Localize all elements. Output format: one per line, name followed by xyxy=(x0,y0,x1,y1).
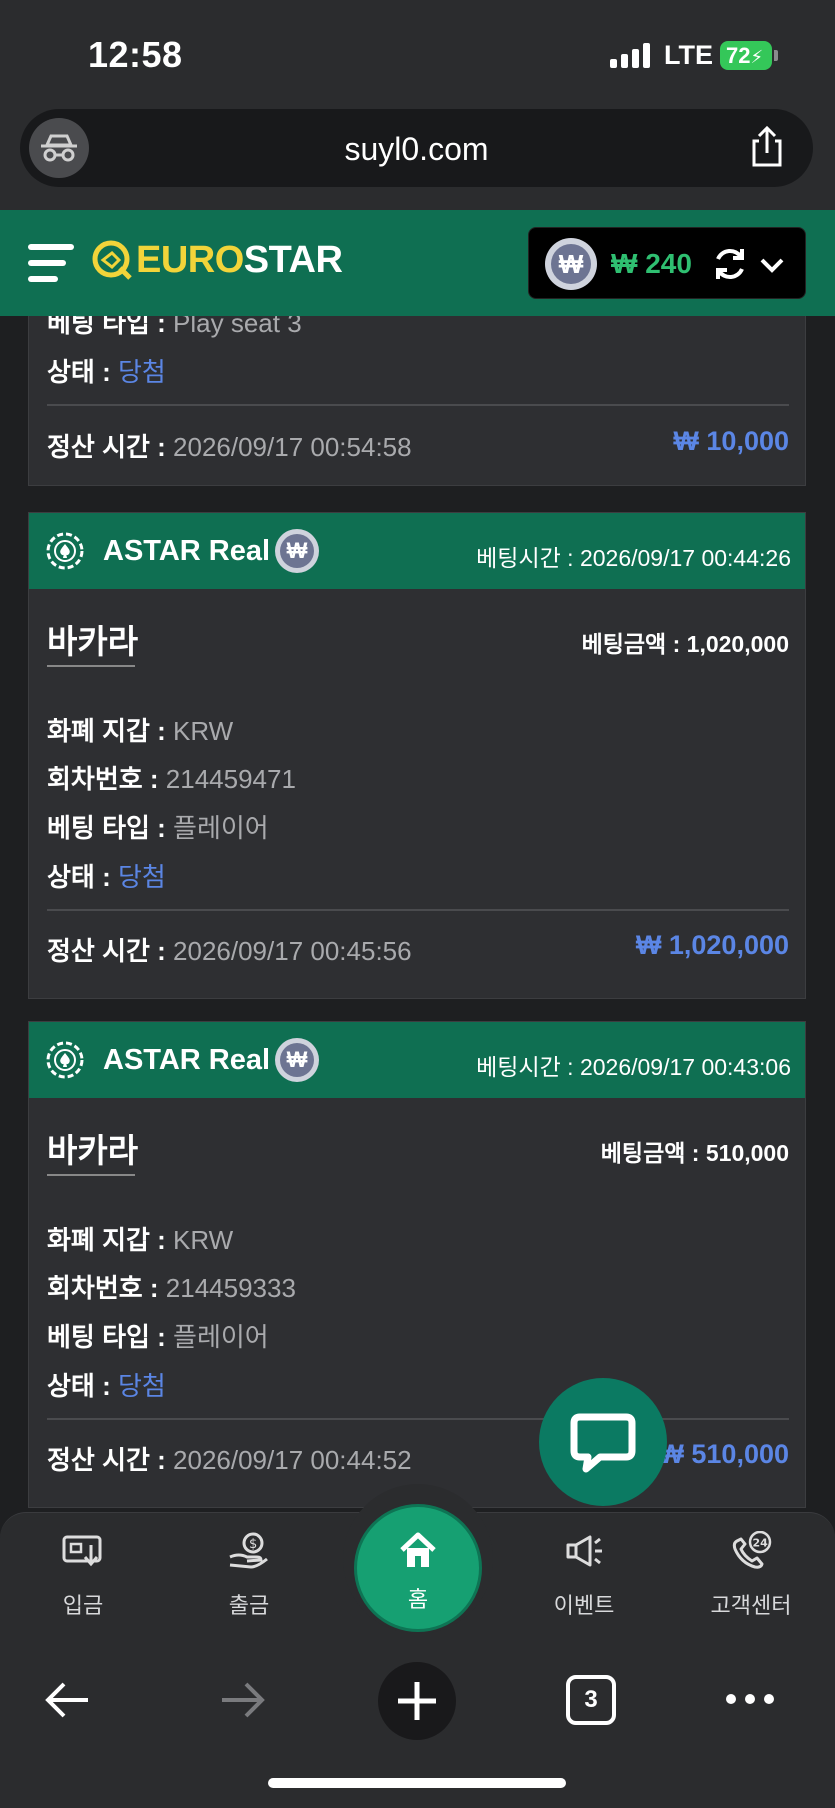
settle-row: 정산 시간 : 2026/09/17 00:54:58 xyxy=(47,432,412,462)
nav-deposit[interactable]: 입금 xyxy=(23,1531,143,1620)
chat-icon xyxy=(570,1413,636,1473)
bet-type-row: 베팅 타입 : Play seat 3 xyxy=(47,316,302,338)
browser-url-bar: suyl0.com xyxy=(0,105,835,210)
bet-card[interactable]: ASTAR Real ₩ 베팅시간 : 2026/09/17 00:43:06 … xyxy=(28,1021,806,1508)
nav-deposit-label: 입금 xyxy=(62,1593,104,1618)
nav-support-label: 고객센터 xyxy=(710,1593,792,1618)
chat-button[interactable] xyxy=(539,1378,667,1506)
game-name: 바카라 xyxy=(47,1132,139,1169)
divider xyxy=(47,1418,789,1420)
nav-home-label: 홈 xyxy=(407,1587,429,1612)
bet-type-row: 베팅 타입 : 플레이어 xyxy=(47,1322,269,1352)
support-badge: 24 xyxy=(753,1537,769,1550)
status-row: 상태 : 당첨 xyxy=(47,1371,166,1401)
logo[interactable]: EUROSTAR xyxy=(90,238,343,282)
won-coin-icon: ₩ xyxy=(545,238,597,290)
refresh-icon[interactable] xyxy=(711,245,749,283)
url-text: suyl0.com xyxy=(344,131,489,167)
settle-amount: ₩ 510,000 xyxy=(658,1439,789,1469)
tabs-icon[interactable]: 3 xyxy=(566,1675,616,1725)
status-bar: 12:58 LTE 72⚡ xyxy=(0,0,835,105)
logo-text-euro: EURO xyxy=(136,238,244,281)
battery-icon: 72⚡ xyxy=(720,41,772,70)
plus-icon xyxy=(398,1682,436,1720)
status-row: 상태 : 당첨 xyxy=(47,357,166,387)
site-header: EUROSTAR ₩ ₩ 240 xyxy=(0,210,835,316)
won-coin-icon: ₩ xyxy=(275,1038,319,1082)
round-row: 회차번호 : 214459333 xyxy=(47,1273,296,1303)
support-24-icon: 24 xyxy=(732,1530,772,1569)
won-coin-icon: ₩ xyxy=(275,529,319,573)
bet-time: 베팅시간 : 2026/09/17 00:43:06 xyxy=(476,1054,791,1080)
new-tab-button[interactable] xyxy=(378,1662,456,1740)
game-underline xyxy=(47,665,135,667)
wallet-balance-box[interactable]: ₩ ₩ 240 xyxy=(528,227,806,299)
megaphone-icon xyxy=(566,1535,602,1567)
battery-level: 72 xyxy=(726,43,751,68)
battery-cap xyxy=(774,50,778,61)
settle-amount: ₩ 10,000 xyxy=(673,426,789,456)
hamburger-icon[interactable] xyxy=(28,240,74,286)
more-icon[interactable] xyxy=(724,1692,776,1706)
settle-row: 정산 시간 : 2026/09/17 00:45:56 xyxy=(47,936,412,966)
deposit-icon xyxy=(62,1535,102,1567)
nav-event-label: 이벤트 xyxy=(553,1593,615,1618)
divider xyxy=(47,909,789,911)
back-icon[interactable] xyxy=(42,1678,92,1722)
bet-time: 베팅시간 : 2026/09/17 00:44:26 xyxy=(476,545,791,571)
nav-withdraw-label: 출금 xyxy=(228,1593,270,1618)
provider-name: ASTAR Real xyxy=(103,1044,271,1076)
nav-support[interactable]: 24 고객센터 xyxy=(691,1530,811,1620)
status-time: 12:58 xyxy=(88,34,183,75)
nav-event[interactable]: 이벤트 xyxy=(524,1531,644,1620)
wallet-row: 화폐 지갑 : KRW xyxy=(47,716,234,746)
nav-home[interactable]: 홈 xyxy=(354,1504,482,1632)
forward-icon[interactable] xyxy=(218,1678,268,1722)
nav-withdraw[interactable]: $ 출금 xyxy=(189,1531,309,1620)
logo-text-star: STAR xyxy=(243,238,343,281)
balance-amount: ₩ 240 xyxy=(611,248,692,279)
bet-amount: 베팅금액 : 1,020,000 xyxy=(581,631,789,657)
divider xyxy=(47,404,789,406)
wallet-row: 화폐 지갑 : KRW xyxy=(47,1225,234,1255)
status-row: 상태 : 당첨 xyxy=(47,862,166,892)
game-name: 바카라 xyxy=(47,623,139,660)
withdraw-icon: $ xyxy=(229,1532,268,1569)
home-icon xyxy=(400,1532,436,1567)
bet-card[interactable]: ASTAR Real ₩ 베팅시간 : 2026/09/17 00:44:26 … xyxy=(28,512,806,999)
bet-history-list[interactable]: 베팅 타입 : Play seat 3 상태 : 당첨 정산 시간 : 2026… xyxy=(0,316,835,1512)
game-underline xyxy=(47,1174,135,1176)
bet-amount: 베팅금액 : 510,000 xyxy=(600,1140,789,1166)
svg-text:$: $ xyxy=(249,1537,257,1552)
signal-icon xyxy=(610,42,652,68)
bet-card-header: ASTAR Real ₩ 베팅시간 : 2026/09/17 00:43:06 xyxy=(29,1022,805,1098)
settle-amount: ₩ 1,020,000 xyxy=(635,930,789,960)
provider-name: ASTAR Real xyxy=(103,535,271,567)
share-icon[interactable] xyxy=(745,125,789,169)
settle-row: 정산 시간 : 2026/09/17 00:44:52 xyxy=(47,1445,412,1475)
page: 12:58 LTE 72⚡ suyl0.com EUROSTAR ₩ ₩ 240… xyxy=(0,0,835,1808)
bet-card-partial: 베팅 타입 : Play seat 3 상태 : 당첨 정산 시간 : 2026… xyxy=(28,316,806,486)
bet-type-row: 베팅 타입 : 플레이어 xyxy=(47,813,269,843)
home-indicator xyxy=(268,1778,566,1788)
address-field[interactable]: suyl0.com xyxy=(20,109,813,187)
bet-card-header: ASTAR Real ₩ 베팅시간 : 2026/09/17 00:44:26 xyxy=(29,513,805,589)
casino-chip-icon xyxy=(46,1041,84,1079)
round-row: 회차번호 : 214459471 xyxy=(47,764,296,794)
chevron-down-icon[interactable] xyxy=(757,250,787,280)
casino-chip-icon xyxy=(46,532,84,570)
network-type: LTE xyxy=(664,40,713,70)
logo-mark-icon xyxy=(92,240,132,280)
